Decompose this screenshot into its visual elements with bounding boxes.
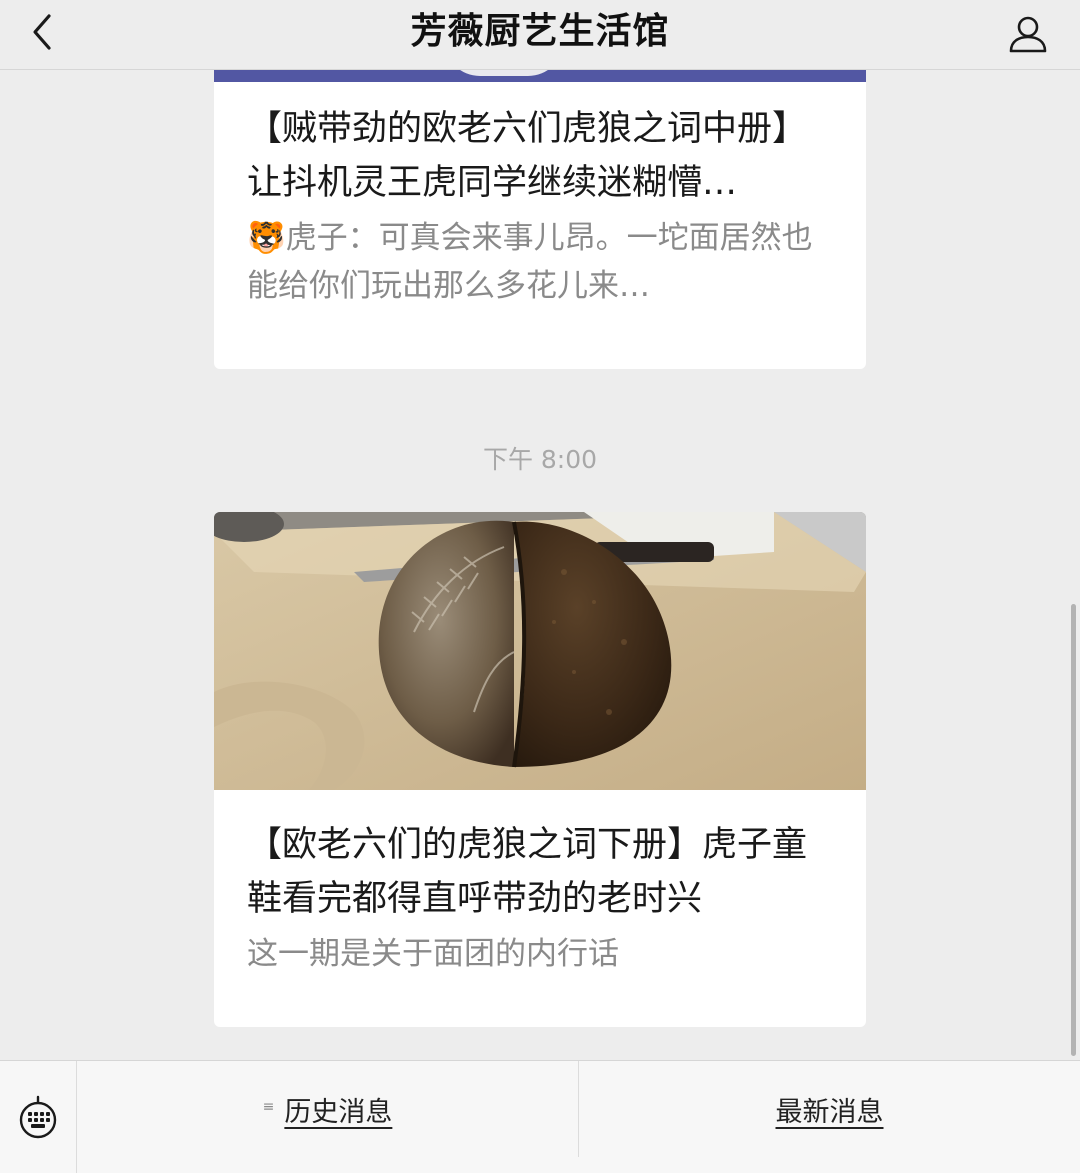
keyboard-toggle-button[interactable] [0,1061,77,1173]
article-text: 【贼带劲的欧老六们虎狼之词中册】让抖机灵王虎同学继续迷糊懵… 🐯虎子：可真会来事… [247,102,833,310]
bread-photo [214,512,866,790]
article-title: 【贼带劲的欧老六们虎狼之词中册】让抖机灵王虎同学继续迷糊懵… [247,109,808,203]
menu-history-messages[interactable]: ≡ 历史消息 [77,1061,579,1157]
article-digest: 🐯虎子：可真会来事儿昂。一坨面居然也能给你们玩出那么多花儿来… [247,220,813,304]
page-title: 芳薇厨艺生活馆 [410,11,670,52]
user-icon [1009,16,1047,53]
article-text: 【欧老六们的虎狼之词下册】虎子童鞋看完都得直呼带劲的老时兴 这一期是关于面团的内… [247,818,833,978]
article-card[interactable]: 【贼带劲的欧老六们虎狼之词中册】让抖机灵王虎同学继续迷糊懵… 🐯虎子：可真会来事… [214,70,866,369]
message-timestamp: 下午 8:00 [482,445,598,474]
keyboard-icon [19,1095,57,1139]
scrollbar[interactable] [1071,604,1076,1056]
bottom-menu-bar: ≡ 历史消息 最新消息 [0,1060,1080,1173]
menu-latest-messages[interactable]: 最新消息 [579,1061,1080,1157]
article-title: 【欧老六们的虎狼之词下册】虎子童鞋看完都得直呼带劲的老时兴 [247,825,808,919]
article-digest: 这一期是关于面团的内行话 [247,936,619,972]
menu-label: 历史消息 [284,1096,393,1128]
message-list[interactable]: 【贼带劲的欧老六们虎狼之词中册】让抖机灵王虎同学继续迷糊懵… 🐯虎子：可真会来事… [0,70,1080,1060]
article-cover-image [214,70,866,82]
top-navigation-bar: 芳薇厨艺生活馆 [0,0,1080,70]
article-card[interactable]: 【欧老六们的虎狼之词下册】虎子童鞋看完都得直呼带劲的老时兴 这一期是关于面团的内… [214,512,866,1027]
menu-list-icon: ≡ [262,1099,275,1115]
article-cover-image [214,512,866,790]
menu-label: 最新消息 [775,1096,884,1128]
profile-button[interactable] [1000,6,1056,62]
